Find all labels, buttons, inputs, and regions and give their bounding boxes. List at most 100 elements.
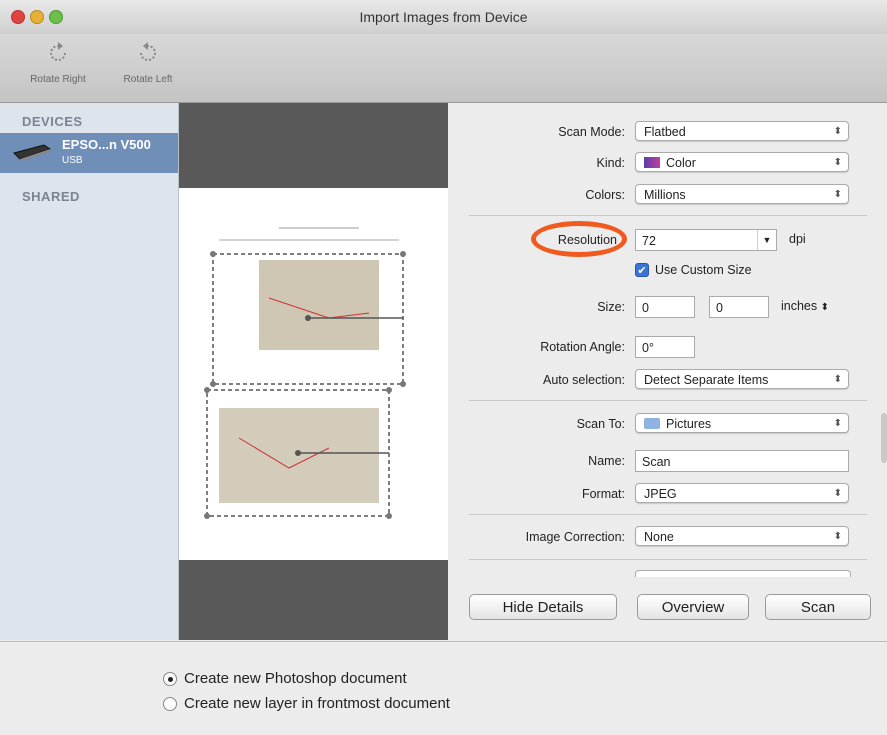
rotate-right-icon [50, 42, 66, 61]
divider [469, 559, 867, 560]
rotate-left-label: Rotate Left [123, 74, 173, 85]
radio-new-document-circle[interactable] [163, 672, 177, 686]
scan-mode-label: Scan Mode: [558, 125, 625, 139]
image-correction-row: Image Correction: None ⬍ [449, 526, 887, 550]
overview-button[interactable]: Overview [637, 594, 749, 620]
scan-to-value: Pictures [666, 417, 712, 431]
hide-details-button[interactable]: Hide Details [469, 594, 617, 620]
image-correction-popup[interactable]: None ⬍ [635, 526, 849, 546]
format-row: Format: JPEG ⬍ [449, 483, 887, 507]
image-correction-value: None [644, 530, 674, 544]
scan-to-row: Scan To: Pictures ⬍ [449, 413, 887, 437]
preview-page [179, 188, 448, 560]
color-swatch-icon [644, 157, 660, 168]
window-title: Import Images from Device [359, 9, 528, 25]
radio-selected-dot [168, 677, 173, 682]
scan-preview[interactable] [179, 103, 448, 640]
use-custom-size-label: Use Custom Size [655, 263, 752, 277]
size-width-value: 0 [642, 301, 649, 315]
scan-mode-row: Scan Mode: Flatbed ⬍ [449, 121, 887, 145]
import-destination-options: Create new Photoshop document Create new… [0, 641, 887, 735]
popup-arrows-icon: ⬍ [833, 488, 842, 499]
custom-size-row: ✔ Use Custom Size [449, 260, 887, 284]
popup-arrows-icon: ⬍ [820, 302, 830, 313]
divider [469, 400, 867, 401]
size-height-value: 0 [716, 301, 723, 315]
scan-mode-value: Flatbed [644, 125, 686, 139]
popup-arrows-icon: ⬍ [833, 531, 842, 542]
format-popup[interactable]: JPEG ⬍ [635, 483, 849, 503]
scan-mode-popup[interactable]: Flatbed ⬍ [635, 121, 849, 141]
auto-selection-value: Detect Separate Items [644, 373, 769, 387]
rotate-right-button[interactable]: Rotate Right [18, 40, 98, 85]
rotation-field[interactable]: 0° [635, 336, 695, 358]
scan-details-panel: Scan Mode: Flatbed ⬍ Kind: Color ⬍ Colors:… [449, 103, 887, 640]
scan-to-popup[interactable]: Pictures ⬍ [635, 413, 849, 433]
use-custom-size-checkbox[interactable]: ✔ [635, 263, 649, 277]
sidebar: DEVICES EPSO...n V500 USB SHARED [0, 103, 179, 640]
rotation-row: Rotation Angle: 0° [449, 336, 887, 360]
toolbar: Rotate Right Rotate Left [0, 34, 887, 103]
popup-arrows-icon: ⬍ [833, 157, 842, 168]
radio-new-layer-label: Create new layer in frontmost document [184, 695, 450, 712]
rotate-right-label: Rotate Right [30, 74, 86, 85]
rotate-left-icon [140, 42, 156, 61]
sidebar-item-scanner[interactable]: EPSO...n V500 USB [0, 133, 178, 173]
divider [469, 514, 867, 515]
folder-icon [644, 418, 660, 429]
kind-label: Kind: [596, 156, 626, 170]
popup-arrows-icon: ⬍ [833, 418, 842, 429]
rotation-value: 0° [642, 341, 654, 355]
radio-new-document[interactable]: Create new Photoshop document [163, 670, 463, 690]
details-scrollbar[interactable] [881, 413, 887, 463]
auto-selection-row: Auto selection: Detect Separate Items ⬍ [449, 369, 887, 393]
title-bar: Import Images from Device [0, 0, 887, 35]
scanned-documents-image [204, 227, 406, 519]
popup-arrows-icon: ⬍ [833, 126, 842, 137]
size-row: Size: 0 0 inches ⬍ [449, 296, 887, 320]
size-label: Size: [597, 300, 625, 314]
radio-new-document-label: Create new Photoshop document [184, 670, 407, 687]
image-correction-label: Image Correction: [525, 530, 625, 544]
shared-header: SHARED [22, 189, 80, 204]
kind-value: Color [666, 156, 696, 170]
popup-arrows-icon: ⬍ [833, 374, 842, 385]
colors-row: Colors: Millions ⬍ [449, 184, 887, 208]
size-unit-popup[interactable]: inches ⬍ [781, 299, 829, 313]
format-label: Format: [581, 487, 625, 501]
auto-selection-popup[interactable]: Detect Separate Items ⬍ [635, 369, 849, 389]
partially-hidden-control [635, 570, 851, 577]
name-field[interactable]: Scan [635, 450, 849, 472]
colors-popup[interactable]: Millions ⬍ [635, 184, 849, 204]
hide-details-label: Hide Details [502, 599, 584, 616]
resolution-unit: dpi [789, 232, 806, 246]
scan-to-label: Scan To: [576, 417, 625, 431]
resolution-value: 72 [642, 234, 656, 248]
rotation-label: Rotation Angle: [540, 340, 625, 354]
size-width-field[interactable]: 0 [635, 296, 695, 318]
overview-label: Overview [661, 599, 725, 616]
name-row: Name: Scan [449, 450, 887, 474]
scanner-icon [13, 144, 52, 161]
radio-new-layer[interactable]: Create new layer in frontmost document [163, 695, 463, 715]
dropdown-arrow-icon[interactable]: ▼ [757, 230, 776, 250]
popup-arrows-icon: ⬍ [833, 189, 842, 200]
device-connection: USB [62, 155, 83, 166]
format-value: JPEG [644, 487, 677, 501]
name-label: Name: [588, 454, 625, 468]
scan-button[interactable]: Scan [765, 594, 871, 620]
resolution-row: Resolution 72 ▼ dpi [449, 221, 887, 257]
colors-label: Colors: [585, 188, 625, 202]
resolution-combo[interactable]: 72 ▼ [635, 229, 777, 251]
size-unit-value: inches [781, 299, 818, 313]
radio-new-layer-circle[interactable] [163, 697, 177, 711]
scan-label: Scan [800, 599, 836, 616]
kind-row: Kind: Color ⬍ [449, 152, 887, 176]
name-value: Scan [642, 455, 671, 469]
rotate-left-button[interactable]: Rotate Left [108, 40, 188, 85]
device-name: EPSO...n V500 [62, 137, 151, 152]
size-height-field[interactable]: 0 [709, 296, 769, 318]
colors-value: Millions [644, 188, 686, 202]
divider [469, 215, 867, 216]
kind-popup[interactable]: Color ⬍ [635, 152, 849, 172]
